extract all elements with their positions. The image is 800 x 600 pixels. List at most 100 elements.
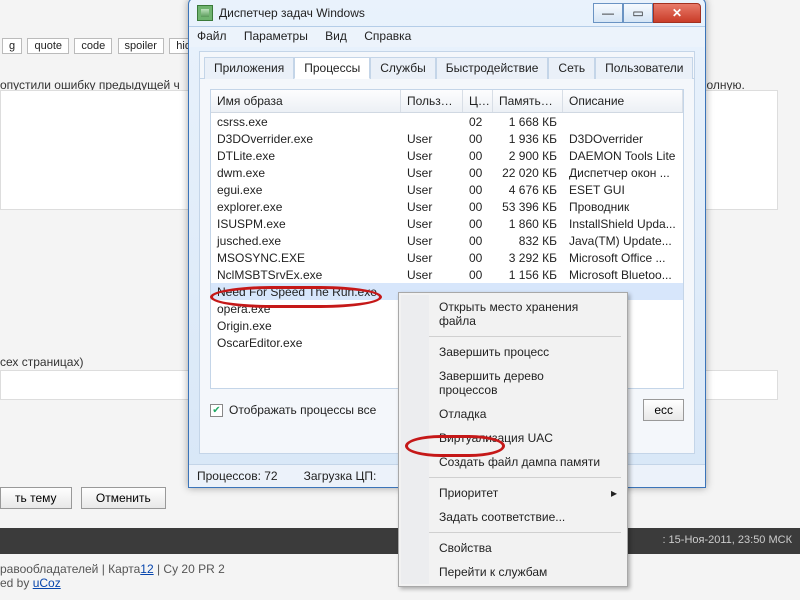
cell: 00 <box>463 199 493 215</box>
status-cpu: Загрузка ЦП: <box>304 469 377 483</box>
menu-file[interactable]: Файл <box>197 29 227 43</box>
show-all-label: Отображать процессы все <box>229 403 376 417</box>
tab-services[interactable]: Службы <box>370 57 435 79</box>
cell: 1 668 КБ <box>493 114 563 130</box>
context-item[interactable]: Завершить процесс <box>429 340 625 364</box>
bg-btn-g[interactable]: g <box>2 38 22 54</box>
cell: dwm.exe <box>211 165 401 181</box>
context-item[interactable]: Завершить дерево процессов <box>429 364 625 402</box>
cell: Диспетчер окон ... <box>563 165 683 181</box>
bg-btn-code[interactable]: code <box>74 38 112 54</box>
cell: egui.exe <box>211 182 401 198</box>
bg-btn-spoiler[interactable]: spoiler <box>118 38 164 54</box>
cell: 22 020 КБ <box>493 165 563 181</box>
cell: jusched.exe <box>211 233 401 249</box>
cell: 00 <box>463 182 493 198</box>
cell: D3DOverrider.exe <box>211 131 401 147</box>
cell: MSOSYNC.EXE <box>211 250 401 266</box>
cell: 1 156 КБ <box>493 267 563 283</box>
context-item[interactable]: Создать файл дампа памяти <box>429 450 625 474</box>
cell: Microsoft Bluetoo... <box>563 267 683 283</box>
menu-options[interactable]: Параметры <box>244 29 308 43</box>
context-menu: Открыть место хранения файла Завершить пр… <box>398 292 628 587</box>
table-row[interactable]: MSOSYNC.EXEUser003 292 КБMicrosoft Offic… <box>211 249 683 266</box>
cell: 00 <box>463 165 493 181</box>
end-process-button[interactable]: есс <box>643 399 684 421</box>
cell: User <box>401 182 463 198</box>
menu-help[interactable]: Справка <box>364 29 411 43</box>
bg-submit-button[interactable]: ть тему <box>0 487 72 509</box>
cell: User <box>401 267 463 283</box>
app-icon <box>197 5 213 21</box>
cell: OscarEditor.exe <box>211 335 401 351</box>
table-row[interactable]: DTLite.exeUser002 900 КБDAEMON Tools Lit… <box>211 147 683 164</box>
cell: User <box>401 165 463 181</box>
context-separator <box>429 336 621 337</box>
menu-bar: Файл Параметры Вид Справка <box>189 27 705 47</box>
bg-btn-quote[interactable]: quote <box>27 38 69 54</box>
context-separator <box>429 532 621 533</box>
cell: ISUSPM.exe <box>211 216 401 232</box>
cell: 00 <box>463 267 493 283</box>
context-item[interactable]: Перейти к службам <box>429 560 625 584</box>
cell: NclMSBTSrvEx.exe <box>211 267 401 283</box>
cell: 1 936 КБ <box>493 131 563 147</box>
table-row[interactable]: ISUSPM.exeUser001 860 КБInstallShield Up… <box>211 215 683 232</box>
minimize-button[interactable]: — <box>593 3 623 23</box>
cell: Origin.exe <box>211 318 401 334</box>
cell: csrss.exe <box>211 114 401 130</box>
cell: DAEMON Tools Lite <box>563 148 683 164</box>
table-row[interactable]: csrss.exe 021 668 КБ <box>211 113 683 130</box>
cell <box>563 121 683 123</box>
col-cpu[interactable]: ЦП <box>463 90 493 112</box>
cell: User <box>401 148 463 164</box>
context-item[interactable]: Открыть место хранения файла <box>429 295 625 333</box>
context-item[interactable]: Виртуализация UAC <box>429 426 625 450</box>
context-item[interactable]: Отладка <box>429 402 625 426</box>
table-row[interactable]: dwm.exeUser0022 020 КБДиспетчер окон ... <box>211 164 683 181</box>
cell: 00 <box>463 250 493 266</box>
context-item[interactable]: Приоритет <box>429 481 625 505</box>
context-item[interactable]: Задать соответствие... <box>429 505 625 529</box>
col-user[interactable]: Пользо... <box>401 90 463 112</box>
tab-users[interactable]: Пользователи <box>595 57 693 79</box>
cell: explorer.exe <box>211 199 401 215</box>
tab-performance[interactable]: Быстродействие <box>436 57 549 79</box>
cell: 832 КБ <box>493 233 563 249</box>
cell: 00 <box>463 148 493 164</box>
bg-footer-link-map[interactable]: 12 <box>140 562 153 576</box>
cell: 02 <box>463 114 493 130</box>
cell: 2 900 КБ <box>493 148 563 164</box>
table-row[interactable]: jusched.exeUser00832 КБJava(TM) Update..… <box>211 232 683 249</box>
show-all-checkbox[interactable] <box>210 404 223 417</box>
close-button[interactable]: ✕ <box>653 3 701 23</box>
cell: User <box>401 216 463 232</box>
tab-network[interactable]: Сеть <box>548 57 595 79</box>
col-description[interactable]: Описание <box>563 90 683 112</box>
table-row[interactable]: egui.exeUser004 676 КБESET GUI <box>211 181 683 198</box>
cell: Need For Speed The Run.exe <box>211 284 401 300</box>
cell: opera.exe <box>211 301 401 317</box>
cell: 00 <box>463 131 493 147</box>
titlebar[interactable]: Диспетчер задач Windows — ▭ ✕ <box>189 0 705 27</box>
cell: 4 676 КБ <box>493 182 563 198</box>
context-item[interactable]: Свойства <box>429 536 625 560</box>
maximize-button[interactable]: ▭ <box>623 3 653 23</box>
col-memory[interactable]: Память (... <box>493 90 563 112</box>
tab-processes[interactable]: Процессы <box>294 57 370 79</box>
cell <box>401 121 463 123</box>
tab-applications[interactable]: Приложения <box>204 57 294 79</box>
col-image-name[interactable]: Имя образа <box>211 90 401 112</box>
menu-view[interactable]: Вид <box>325 29 347 43</box>
cell: DTLite.exe <box>211 148 401 164</box>
bg-footer-link-ucoz[interactable]: uCoz <box>33 576 61 590</box>
cell: ESET GUI <box>563 182 683 198</box>
table-row[interactable]: D3DOverrider.exeUser001 936 КБD3DOverrid… <box>211 130 683 147</box>
cell: User <box>401 131 463 147</box>
table-row[interactable]: explorer.exeUser0053 396 КБПроводник <box>211 198 683 215</box>
bg-cancel-button[interactable]: Отменить <box>81 487 166 509</box>
cell: User <box>401 233 463 249</box>
cell: D3DOverrider <box>563 131 683 147</box>
table-row[interactable]: NclMSBTSrvEx.exeUser001 156 КБMicrosoft … <box>211 266 683 283</box>
window-title: Диспетчер задач Windows <box>219 6 593 20</box>
